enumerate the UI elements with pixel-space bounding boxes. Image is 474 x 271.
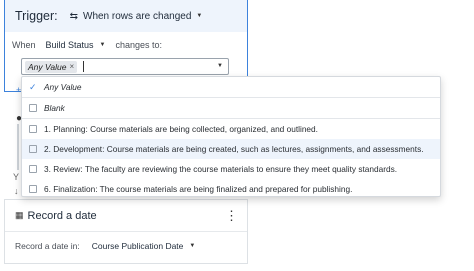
- option-label: 3. Review: The faculty are reviewing the…: [44, 164, 398, 174]
- option-label: 2. Development: Course materials are bei…: [44, 144, 424, 154]
- checkmark-icon: ✓: [29, 81, 37, 92]
- date-column-label: Course Publication Date: [91, 241, 184, 251]
- dropdown-option-review[interactable]: 3. Review: The faculty are reviewing the…: [22, 159, 440, 179]
- caret-down-icon: ▼: [189, 243, 196, 249]
- date-column-selector[interactable]: Course Publication Date ▼: [92, 241, 196, 251]
- dropdown-option-planning[interactable]: 1. Planning: Course materials are being …: [22, 119, 440, 139]
- calendar-icon: ▦: [15, 210, 24, 220]
- option-label: 1. Planning: Course materials are being …: [44, 124, 318, 134]
- trigger-event-selector[interactable]: ⇆ When rows are changed ▼: [70, 11, 203, 22]
- dropdown-option-blank[interactable]: Blank: [22, 98, 440, 119]
- more-options-icon[interactable]: ⋮: [225, 208, 238, 224]
- option-label: Any Value: [44, 82, 82, 92]
- dropdown-option-development[interactable]: 2. Development: Course materials are bei…: [22, 139, 440, 159]
- trigger-title: Trigger:: [15, 9, 58, 23]
- record-date-row: Record a date in: Course Publication Dat…: [15, 241, 195, 251]
- value-dropdown-list: ✓ Any Value Blank 1. Planning: Course ma…: [21, 76, 441, 197]
- chip-label: Any Value: [28, 61, 67, 72]
- filter-icon: Y: [13, 172, 20, 182]
- condition-prefix: When: [12, 40, 36, 50]
- arrow-down-icon: ↓: [14, 186, 19, 196]
- option-label: 6. Finalization: The course materials ar…: [44, 184, 353, 194]
- option-checkbox[interactable]: [29, 185, 37, 193]
- chip-remove-icon[interactable]: ×: [69, 62, 74, 71]
- condition-row: When Build Status ▼ changes to:: [12, 40, 162, 50]
- text-cursor: [83, 61, 85, 72]
- dropdown-option-any-value[interactable]: ✓ Any Value: [22, 77, 440, 98]
- action-card: ▦ Record a date ⋮ Record a date in: Cour…: [4, 199, 248, 264]
- caret-down-icon: ▼: [196, 13, 203, 19]
- action-header: ▦ Record a date ⋮: [5, 200, 247, 232]
- trigger-header: Trigger: ⇆ When rows are changed ▼: [5, 0, 247, 32]
- caret-down-icon[interactable]: ▼: [217, 63, 223, 69]
- rows-changed-icon: ⇆: [69, 10, 78, 22]
- value-multiselect-input[interactable]: Any Value × ▼: [21, 58, 229, 75]
- field-selector[interactable]: Build Status ▼: [46, 40, 106, 50]
- option-checkbox[interactable]: [29, 125, 37, 133]
- option-checkbox[interactable]: [29, 145, 37, 153]
- field-selector-label: Build Status: [45, 40, 94, 50]
- selected-value-chip: Any Value ×: [25, 60, 78, 73]
- option-checkbox[interactable]: [29, 104, 37, 112]
- condition-suffix: changes to:: [115, 40, 163, 50]
- record-date-label: Record a date in:: [15, 241, 80, 251]
- option-checkbox[interactable]: [29, 165, 37, 173]
- caret-down-icon: ▼: [99, 42, 106, 48]
- dropdown-option-finalization[interactable]: 6. Finalization: The course materials ar…: [22, 179, 440, 199]
- action-title: Record a date: [27, 209, 97, 222]
- trigger-event-label: When rows are changed: [83, 10, 192, 22]
- option-label: Blank: [44, 103, 65, 113]
- flow-connector: [17, 124, 19, 170]
